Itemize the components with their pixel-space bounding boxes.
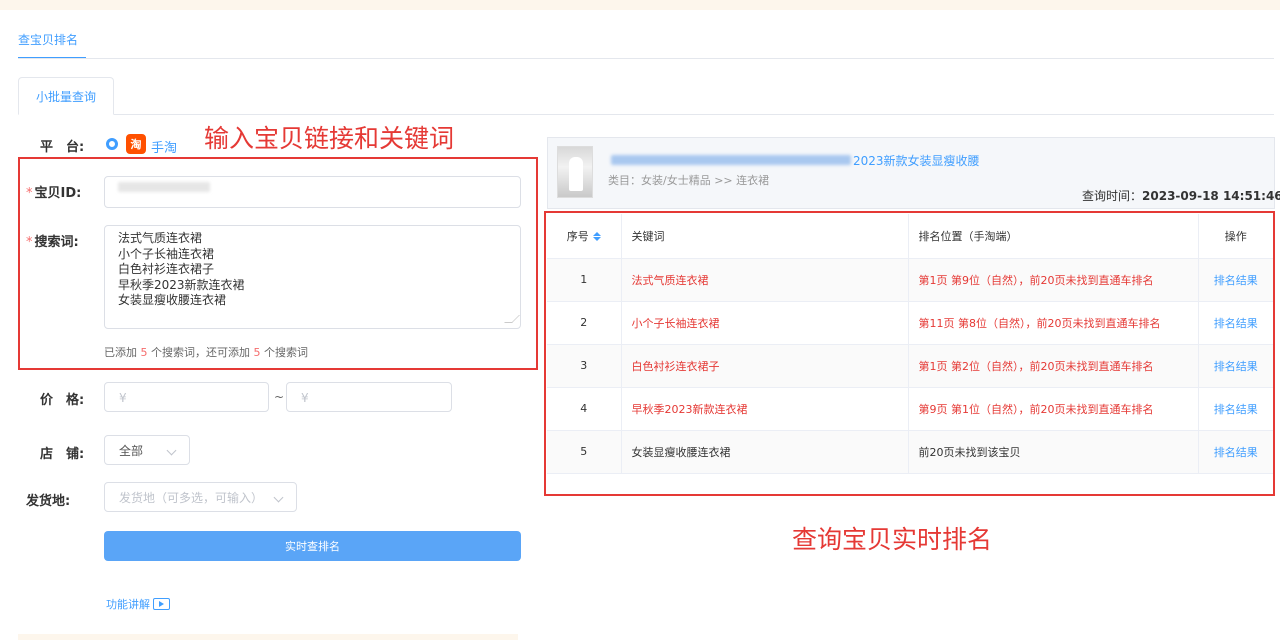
keywords-label: * 搜索词: bbox=[26, 235, 79, 250]
row-keyword: 早秋季2023新款连衣裙 bbox=[621, 387, 909, 431]
tab-small-batch-query[interactable]: 小批量查询 bbox=[18, 77, 114, 115]
column-header-seq[interactable]: 序号 bbox=[547, 214, 622, 259]
taobao-icon: 淘 bbox=[126, 134, 146, 154]
keywords-count-hint: 已添加 5 个搜索词，还可添加 5 个搜索词 bbox=[104, 346, 308, 359]
row-seq: 1 bbox=[547, 258, 622, 302]
store-select[interactable]: 全部 bbox=[104, 435, 190, 465]
annotation-input-hint: 输入宝贝链接和关键词 bbox=[204, 124, 455, 153]
ranking-result-link[interactable]: 排名结果 bbox=[1198, 344, 1273, 388]
ship-from-label: 发货地: bbox=[26, 494, 71, 509]
top-notice-banner bbox=[0, 0, 1280, 10]
price-max-input[interactable]: ¥ bbox=[286, 382, 452, 412]
price-separator: ~ bbox=[274, 390, 285, 404]
product-title-redacted bbox=[611, 155, 851, 165]
product-title-link[interactable]: 2023新款女装显瘦收腰 bbox=[853, 152, 980, 169]
platform-label: 平 台: bbox=[40, 140, 85, 155]
row-position: 第9页 第1位（自然），前20页未找到直通车排名 bbox=[908, 387, 1199, 431]
column-header-keyword: 关键词 bbox=[621, 214, 909, 259]
product-thumbnail[interactable] bbox=[557, 146, 593, 198]
bottom-notice-strip bbox=[18, 634, 518, 640]
column-header-position: 排名位置（手淘端） bbox=[908, 214, 1199, 259]
query-time: 查询时间：2023-09-18 14:51:46 bbox=[1082, 189, 1280, 203]
table-row: 5 女装显瘦收腰连衣裙 前20页未找到该宝贝 排名结果 bbox=[547, 430, 1273, 474]
row-keyword: 白色衬衫连衣裙子 bbox=[621, 344, 909, 388]
ranking-result-link[interactable]: 排名结果 bbox=[1198, 301, 1273, 345]
realtime-query-button[interactable]: 实时查排名 bbox=[104, 531, 521, 561]
help-link[interactable]: 功能讲解 bbox=[106, 596, 170, 612]
sort-icon[interactable] bbox=[592, 232, 601, 242]
row-position: 第1页 第2位（自然），前20页未找到直通车排名 bbox=[908, 344, 1199, 388]
tab-item-ranking[interactable]: 查宝贝排名 bbox=[18, 31, 78, 48]
row-seq: 4 bbox=[547, 387, 622, 431]
table-row: 2 小个子长袖连衣裙 第11页 第8位（自然），前20页未找到直通车排名 排名结… bbox=[547, 301, 1273, 345]
keyword-line: 法式气质连衣裙 bbox=[118, 231, 203, 245]
row-position: 前20页未找到该宝贝 bbox=[908, 430, 1199, 474]
platform-option-label[interactable]: 手淘 bbox=[151, 137, 177, 156]
item-id-redacted-value bbox=[118, 182, 210, 192]
product-category: 类目：女装/女士精品 >> 连衣裙 bbox=[608, 174, 770, 187]
item-id-input[interactable] bbox=[104, 176, 521, 208]
sub-tab-divider bbox=[114, 114, 1274, 115]
keyword-line: 女装显瘦收腰连衣裙 bbox=[118, 293, 227, 307]
row-keyword: 女装显瘦收腰连衣裙 bbox=[621, 430, 909, 474]
ranking-result-link[interactable]: 排名结果 bbox=[1198, 258, 1273, 302]
row-keyword: 法式气质连衣裙 bbox=[621, 258, 909, 302]
table-row: 1 法式气质连衣裙 第1页 第9位（自然），前20页未找到直通车排名 排名结果 bbox=[547, 258, 1273, 302]
tab-divider bbox=[18, 58, 1274, 59]
row-seq: 5 bbox=[547, 430, 622, 474]
ranking-result-link[interactable]: 排名结果 bbox=[1198, 387, 1273, 431]
ranking-table: 序号 关键词 排名位置（手淘端） 操作 1 法式气质连衣裙 第1页 第9位（自然… bbox=[547, 214, 1273, 474]
store-label: 店 铺: bbox=[40, 447, 85, 462]
row-position: 第11页 第8位（自然），前20页未找到直通车排名 bbox=[908, 301, 1199, 345]
platform-radio-selected[interactable] bbox=[106, 138, 118, 150]
price-min-input[interactable]: ¥ bbox=[104, 382, 269, 412]
chevron-down-icon bbox=[273, 492, 284, 502]
ranking-result-link[interactable]: 排名结果 bbox=[1198, 430, 1273, 474]
table-row: 4 早秋季2023新款连衣裙 第9页 第1位（自然），前20页未找到直通车排名 … bbox=[547, 387, 1273, 431]
ship-from-select[interactable]: 发货地（可多选，可输入） bbox=[104, 482, 297, 512]
column-header-action: 操作 bbox=[1198, 214, 1273, 259]
row-seq: 2 bbox=[547, 301, 622, 345]
keyword-line: 小个子长袖连衣裙 bbox=[118, 246, 215, 261]
row-position: 第1页 第9位（自然），前20页未找到直通车排名 bbox=[908, 258, 1199, 302]
keyword-line: 白色衬衫连衣裙子 bbox=[118, 262, 215, 276]
keyword-line: 早秋季2023新款连衣裙 bbox=[118, 277, 245, 292]
keywords-list: 法式气质连衣裙 小个子长袖连衣裙 白色衬衫连衣裙子 早秋季2023新款连衣裙 女… bbox=[118, 231, 245, 309]
row-seq: 3 bbox=[547, 344, 622, 388]
video-play-icon bbox=[153, 598, 170, 610]
annotation-result-hint: 查询宝贝实时排名 bbox=[792, 525, 993, 554]
price-label: 价 格: bbox=[40, 393, 85, 408]
row-keyword: 小个子长袖连衣裙 bbox=[621, 301, 909, 345]
chevron-down-icon bbox=[166, 445, 177, 455]
item-id-label: * 宝贝ID: bbox=[26, 186, 82, 201]
table-row: 3 白色衬衫连衣裙子 第1页 第2位（自然），前20页未找到直通车排名 排名结果 bbox=[547, 344, 1273, 388]
